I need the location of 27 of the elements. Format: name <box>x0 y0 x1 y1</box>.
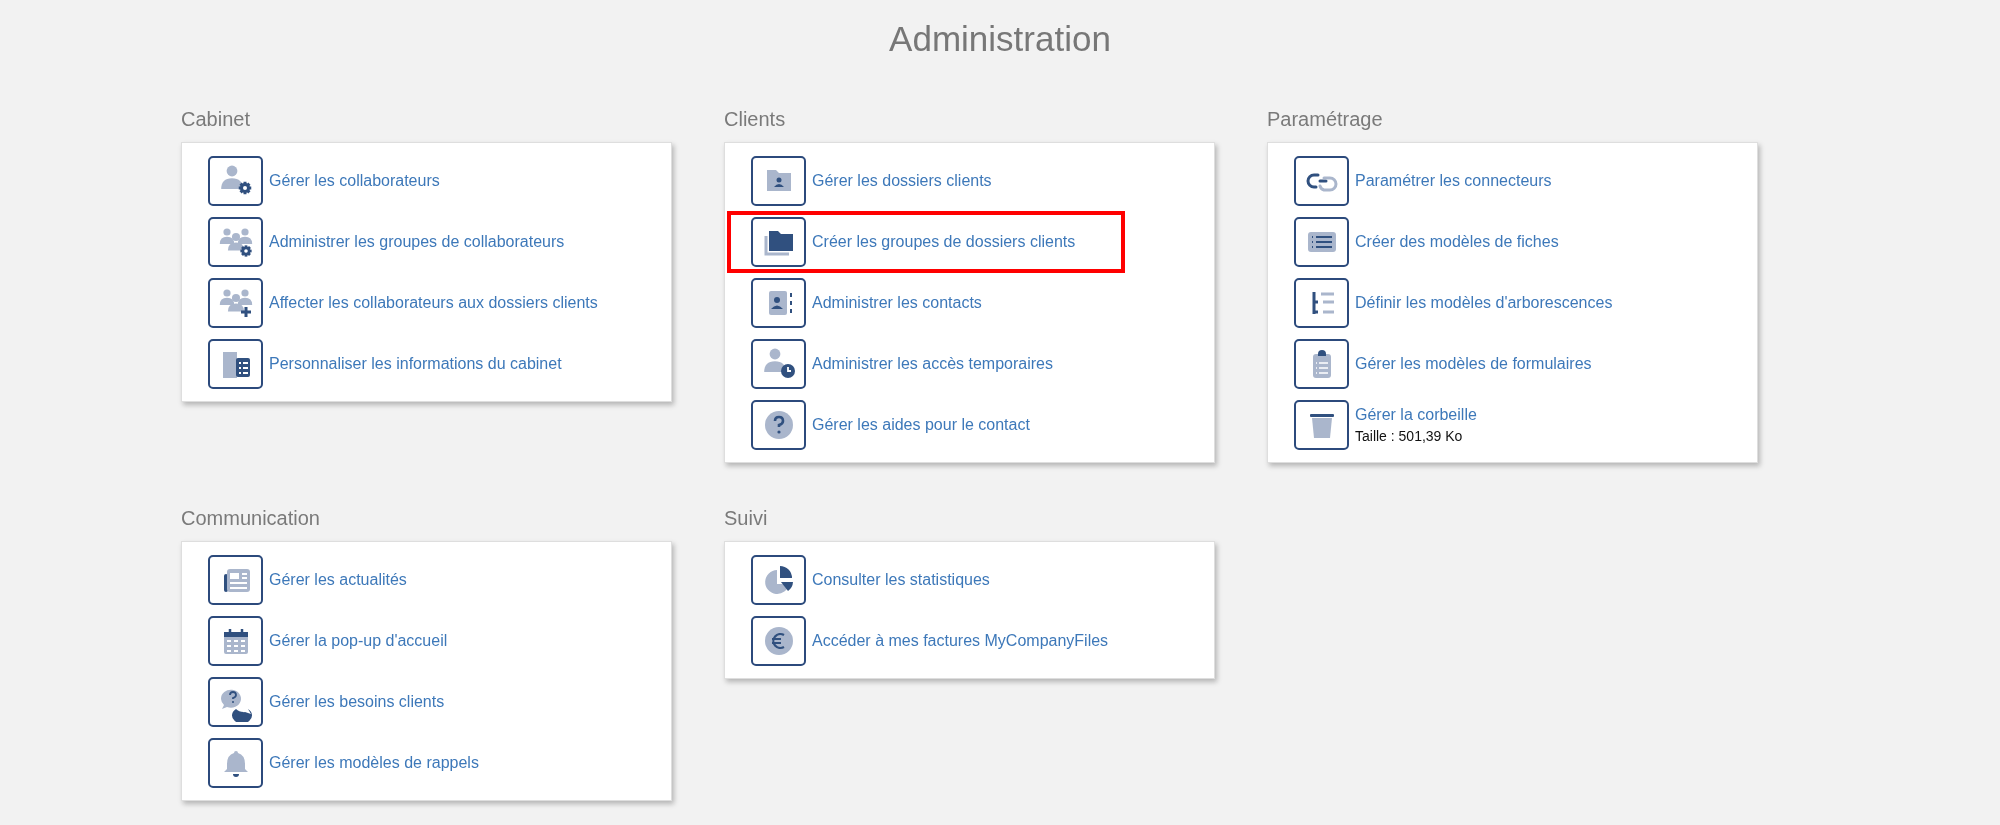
admin-link[interactable]: Définir les modèles d'arborescences <box>1355 292 1613 314</box>
admin-link[interactable]: Gérer les dossiers clients <box>812 170 992 192</box>
admin-link[interactable]: Administrer les contacts <box>812 292 982 314</box>
admin-link[interactable]: Gérer les aides pour le contact <box>812 414 1030 436</box>
admin-link[interactable]: Paramétrer les connecteurs <box>1355 170 1552 192</box>
admin-link[interactable]: Gérer la pop-up d'accueil <box>269 630 448 652</box>
section-heading: Clients <box>724 107 786 132</box>
admin-link[interactable]: Consulter les statistiques <box>812 569 990 591</box>
section-heading: Cabinet <box>181 107 250 132</box>
admin-link[interactable]: Gérer les actualités <box>269 569 407 591</box>
admin-link[interactable]: Administrer les accès temporaires <box>812 353 1053 375</box>
admin-link[interactable]: Gérer les modèles de formulaires <box>1355 353 1592 375</box>
admin-link[interactable]: Administrer les groupes de collaborateurs <box>269 231 565 253</box>
admin-link[interactable]: Créer les groupes de dossiers clients <box>812 231 1076 253</box>
page-title: Administration <box>888 18 1112 60</box>
section-heading: Paramétrage <box>1267 107 1383 132</box>
admin-link[interactable]: Personnaliser les informations du cabinet <box>269 353 562 375</box>
admin-link[interactable]: Affecter les collaborateurs aux dossiers clients <box>269 292 598 314</box>
admin-link[interactable]: Créer des modèles de fiches <box>1355 231 1559 253</box>
section-heading: Communication <box>181 506 320 531</box>
admin-link[interactable]: Gérer les modèles de rappels <box>269 752 479 774</box>
admin-link[interactable]: Gérer les collaborateurs <box>269 170 440 192</box>
admin-link[interactable]: Gérer la corbeille <box>1355 404 1477 426</box>
admin-link[interactable]: Accéder à mes factures MyCompanyFiles <box>812 630 1109 652</box>
admin-link[interactable]: Gérer les besoins clients <box>269 691 445 713</box>
section-heading: Suivi <box>724 506 768 531</box>
trash-size: Taille : 501,39 Ko <box>1355 427 1464 446</box>
